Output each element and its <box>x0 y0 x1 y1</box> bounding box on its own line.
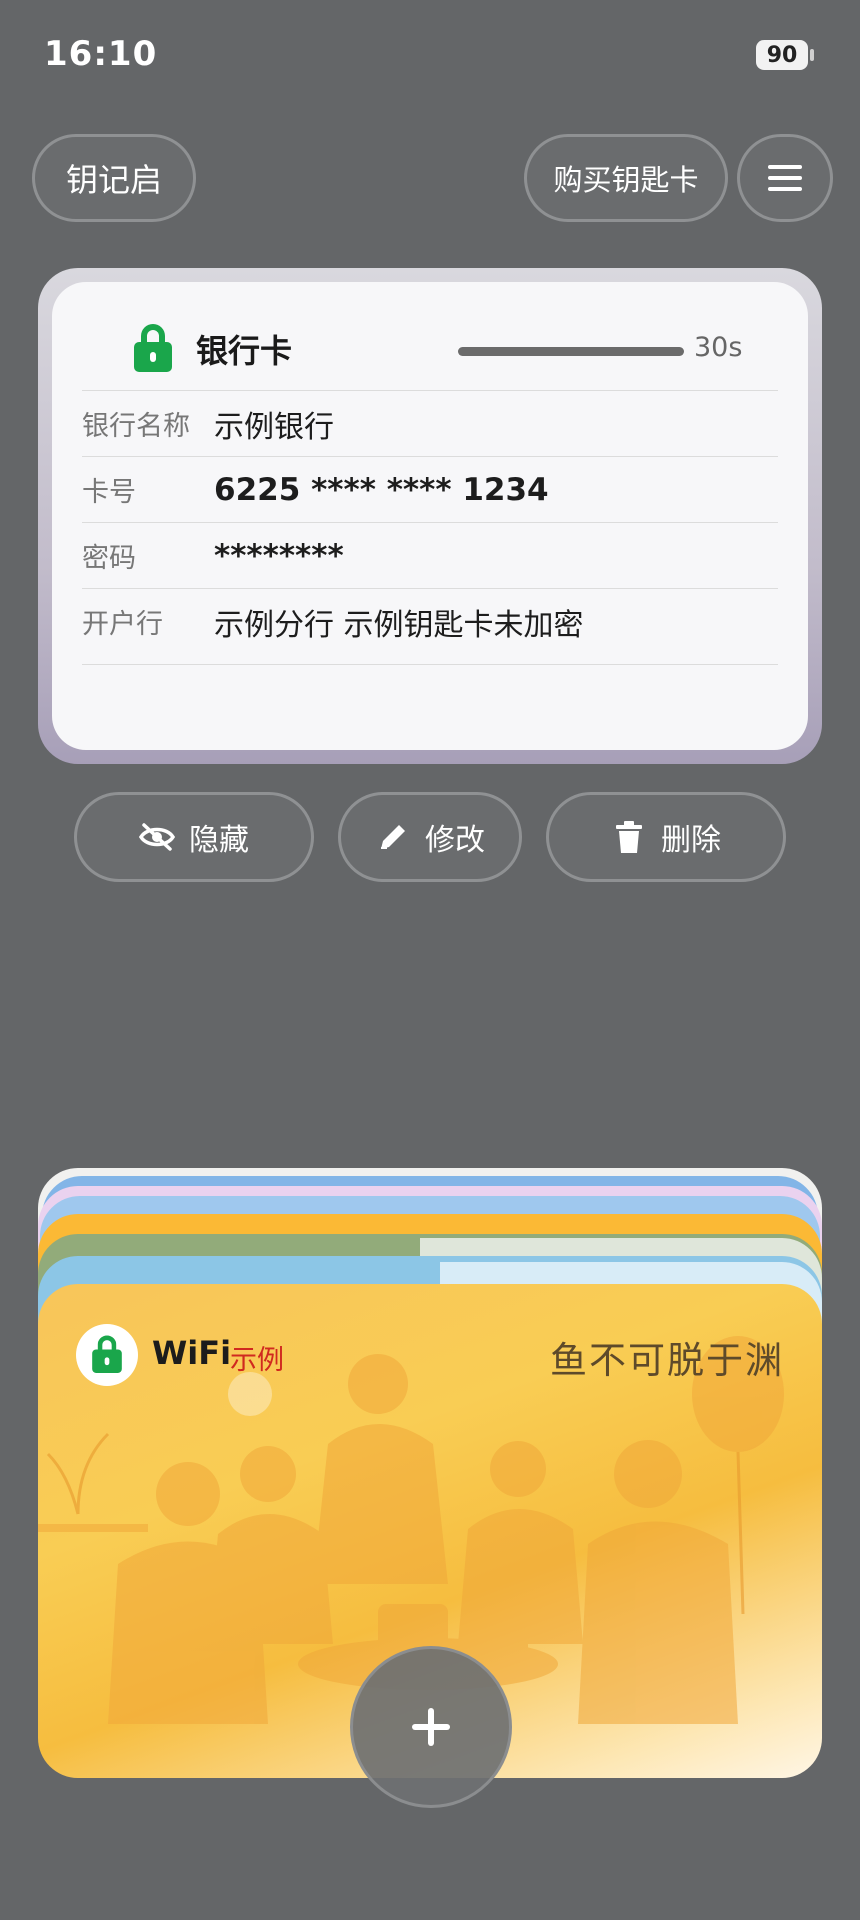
trash-icon <box>611 819 647 855</box>
eye-off-icon <box>139 819 175 855</box>
hide-button[interactable]: 隐藏 <box>74 792 314 882</box>
wifi-card-tag: 示例 <box>230 1345 284 1376</box>
wifi-lock-badge <box>76 1324 138 1386</box>
field-row-password: 密码 ******** <box>82 522 778 588</box>
field-label: 卡号 <box>82 477 136 508</box>
add-card-button[interactable] <box>350 1646 512 1808</box>
buy-key-card-button[interactable]: 购买钥匙卡 <box>524 134 728 222</box>
hamburger-menu-icon <box>768 165 802 191</box>
field-row-branch: 开户行 示例分行 示例钥匙卡未加密 <box>82 588 778 654</box>
status-time: 16:10 <box>44 34 158 74</box>
field-row-card-number: 卡号 6225 **** **** 1234 <box>82 456 778 522</box>
battery-indicator: 90 <box>756 40 808 70</box>
timer-progress-bar <box>458 347 684 356</box>
menu-button[interactable] <box>737 134 833 222</box>
pencil-icon <box>375 819 411 855</box>
edit-button[interactable]: 修改 <box>338 792 522 882</box>
bank-card-title: 银行卡 <box>196 332 293 370</box>
wifi-card-title: WiFi <box>152 1334 232 1372</box>
battery-tip <box>810 49 814 61</box>
bank-card-header: 银行卡 <box>132 324 292 374</box>
field-label: 开户行 <box>82 609 163 640</box>
field-label: 密码 <box>82 543 136 574</box>
wifi-card-motto: 鱼不可脱于渊 <box>550 1339 784 1382</box>
hide-label: 隐藏 <box>189 823 249 858</box>
field-value: 示例银行 <box>214 409 334 445</box>
bank-card[interactable]: 银行卡 30s 银行名称 示例银行 卡号 6225 **** **** 1234… <box>52 282 808 750</box>
app-name-button[interactable]: 钥记启 <box>32 134 196 222</box>
divider <box>82 664 778 665</box>
field-label: 银行名称 <box>82 411 190 442</box>
lock-icon <box>91 1335 124 1375</box>
plus-icon <box>412 1708 450 1746</box>
timer-label: 30s <box>694 332 743 363</box>
edit-label: 修改 <box>425 823 485 858</box>
field-value: ******** <box>214 537 344 574</box>
delete-button[interactable]: 删除 <box>546 792 786 882</box>
lock-icon <box>132 324 174 374</box>
field-row-bank-name: 银行名称 示例银行 <box>82 390 778 456</box>
delete-label: 删除 <box>661 823 721 858</box>
field-value: 示例分行 示例钥匙卡未加密 <box>214 607 584 643</box>
field-value: 6225 **** **** 1234 <box>214 471 549 508</box>
